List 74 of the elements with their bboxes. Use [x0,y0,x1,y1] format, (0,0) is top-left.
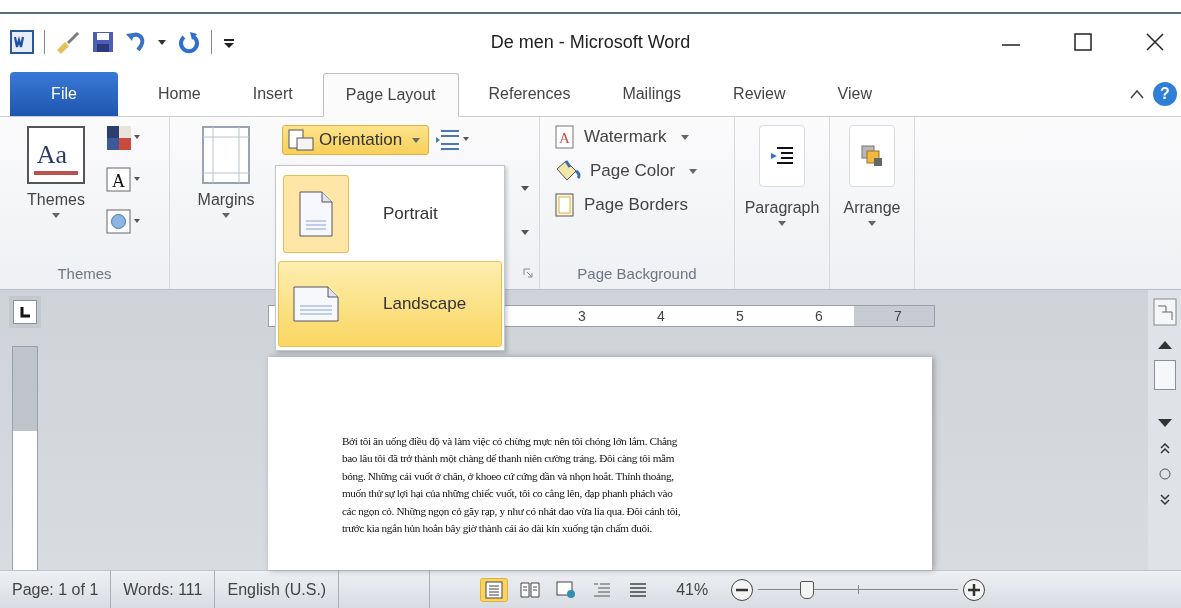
ribbon-tab[interactable]: Home [136,72,223,116]
save-icon[interactable] [91,30,115,54]
zoom-level[interactable]: 41% [676,580,709,599]
group-label: Page Background [577,263,697,284]
caret-icon[interactable] [680,134,689,140]
zoom-out-icon[interactable] [730,577,755,602]
view-button[interactable] [480,577,509,602]
arrange-button[interactable]: Arrange [839,123,905,228]
open-book-icon [520,580,541,599]
left-tab-icon [19,306,31,318]
ruler-number: 5 [735,308,745,324]
language-indicator[interactable]: English (U.S.) [215,571,340,608]
themes-button[interactable]: Aa Themes [12,123,100,220]
document-paragraph: Bởi tôi ăn uống điều độ và làm việc có chừng mực nên tôi chóng lớn lắm. Chẳng bao lâu tôi đã trở thành một chàng dế thanh niên cường tráng. Đôi càng tôi mẫm bóng. Những cái vuốt ở chân, ở khoeo cứ cứng dần và nhọn hoắt. Thỉnh thoảng, muốn thử sự lợi hại của những chiếc vuốt, tôi co cẳng lên, đạp phanh phách vào các ngọn cỏ. Những ngọn cỏ gãy rạp, y như có nhát dao vừa lia qua. Đôi cánh tôi, trước kia ngắn hủn hoẳn bây giờ thành cái áo dài kín xuống tận chấm đuôi. [342,434,682,537]
page-count[interactable]: Page: 1 of 1 [0,571,112,608]
stacked-squares-icon [860,144,884,168]
caret-icon[interactable] [520,185,530,193]
caret-icon[interactable] [520,229,530,237]
themes-icon: Aa [26,125,86,185]
menu-item[interactable]: Landscape [278,261,502,347]
page-border-icon [554,193,576,217]
portrait-page-icon [298,191,334,237]
margins-icon [201,125,251,185]
group-label: Themes [57,263,112,284]
ribbon-tab[interactable]: Insert [230,72,315,116]
breaks-icon[interactable] [435,127,472,153]
ribbon-tab[interactable]: Review [711,72,808,116]
orientation-button[interactable]: Orientation [282,125,430,155]
next-page-icon[interactable] [1158,494,1171,506]
caret-icon[interactable] [689,168,698,174]
ribbon-button[interactable]: Page Borders [554,193,734,217]
zoom-slider[interactable] [758,579,959,600]
colors-icon[interactable] [106,125,142,151]
ribbon-tab[interactable]: Mailings [600,72,704,116]
previous-page-icon[interactable] [1158,442,1171,454]
scroll-thumb[interactable] [1153,360,1176,390]
orientation-icon [287,129,315,151]
close-icon[interactable] [1144,31,1166,53]
page-lines-icon [484,580,505,599]
landscape-page-icon [292,286,340,322]
word-logo-icon[interactable] [10,30,34,54]
help-button[interactable]: ? [1153,82,1177,106]
ruler-number: 3 [577,308,587,324]
paint-bucket-icon [554,159,582,183]
undo-icon[interactable] [125,30,147,54]
maximize-icon[interactable] [1072,31,1094,53]
web-page-icon [556,580,577,599]
outline-icon [592,580,613,599]
ribbon-button[interactable]: Page Color [554,159,734,183]
scroll-up-icon[interactable] [1156,340,1173,350]
ruler-number: 4 [656,308,666,324]
ruler-number: 7 [893,308,903,324]
brush-icon[interactable] [55,30,81,54]
browse-object-icon[interactable] [1158,468,1171,480]
effects-icon[interactable] [106,209,142,235]
redo-icon[interactable] [177,30,201,54]
zoom-in-icon[interactable] [962,577,987,602]
margins-button[interactable]: Margins [180,123,272,220]
paragraph-button[interactable]: Paragraph [740,123,824,228]
collapse-ribbon-icon[interactable] [1129,87,1145,101]
dialog-launcher-icon[interactable] [523,268,533,278]
word-count[interactable]: Words: 111 [111,571,216,608]
ribbon-tab[interactable]: References [466,72,593,116]
ribbon-tab[interactable]: View [815,72,894,116]
scroll-down-icon[interactable] [1156,418,1173,428]
ribbon-tab[interactable]: Page Layout [322,73,459,117]
zoom-slider-thumb[interactable] [800,580,815,599]
ruler-number: 6 [814,308,824,324]
watermark-icon: A [554,125,576,149]
ribbon-button[interactable]: A Watermark [554,125,734,149]
menu-item[interactable]: Portrait [278,171,502,257]
ribbon-tab[interactable]: File [10,72,118,116]
lines-icon [628,580,649,599]
window-title: De men - Microsoft Word [490,31,691,53]
